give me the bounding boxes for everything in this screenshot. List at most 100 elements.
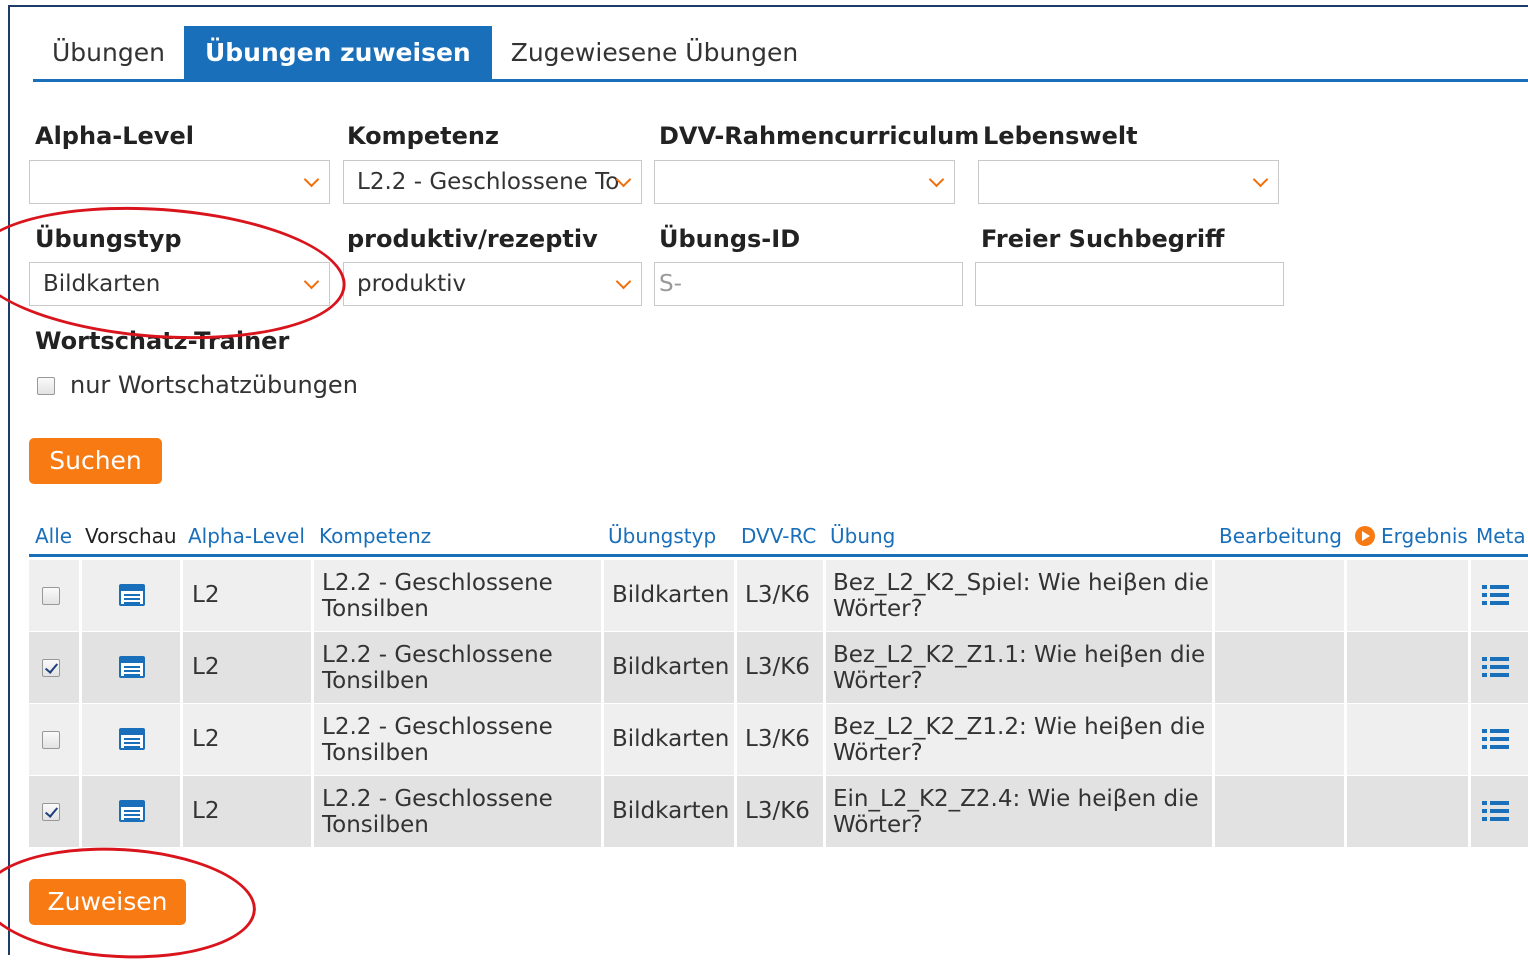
row-select-cell [29, 560, 79, 631]
dvv-select[interactable] [654, 160, 955, 204]
meta-cell [1468, 776, 1528, 847]
ergebnis-cell [1344, 704, 1468, 775]
preview-icon[interactable] [119, 800, 145, 822]
bearbeitung-cell [1212, 704, 1344, 775]
lebenswelt-select[interactable] [978, 160, 1279, 204]
chevron-down-icon [928, 171, 945, 188]
kompetenz-line2: Tonsilben [322, 812, 429, 838]
tab-zugewiesene-uebungen[interactable]: Zugewiesene Übungen [492, 26, 818, 79]
header-ergebnis-label: Ergebnis [1381, 524, 1468, 548]
alpha-level-select[interactable] [29, 160, 330, 204]
list-icon[interactable] [1482, 585, 1510, 605]
wortschatz-checkbox[interactable] [37, 377, 55, 395]
kompetenz-cell: L2.2 - Geschlossene Tonsilben [311, 776, 601, 847]
header-alpha-level[interactable]: Alpha-Level [188, 524, 305, 548]
meta-cell [1468, 632, 1528, 703]
uebung-line1: Bez_L2_K2_Spiel: Wie heiβen die [833, 570, 1209, 596]
suchen-button[interactable]: Suchen [29, 438, 162, 484]
kompetenz-cell: L2.2 - Geschlossene Tonsilben [311, 560, 601, 631]
alpha-level-cell: L2 [180, 704, 311, 775]
chevron-down-icon [615, 273, 632, 290]
preview-icon[interactable] [119, 728, 145, 750]
kompetenz-text: L2.2 - Geschlossene Tonsilben [322, 642, 553, 694]
tab-bar: Übungen Übungen zuweisen Zugewiesene Übu… [33, 26, 817, 79]
header-dvv-rc[interactable]: DVV-RC [741, 524, 816, 548]
uebung-text: Bez_L2_K2_Spiel: Wie heiβen die Wörter? [833, 570, 1209, 622]
uebungstyp-value: Bildkarten [612, 798, 730, 824]
freier-suchbegriff-input[interactable] [975, 262, 1284, 306]
kompetenz-label: Kompetenz [347, 122, 499, 150]
uebungstyp-cell: Bildkarten [601, 776, 734, 847]
row-checkbox[interactable] [42, 803, 60, 821]
uebung-line2: Wörter? [833, 812, 923, 838]
uebungstyp-value: Bildkarten [612, 654, 730, 680]
alpha-level-value: L2 [192, 726, 220, 752]
header-alle[interactable]: Alle [35, 524, 72, 548]
preview-icon[interactable] [119, 584, 145, 606]
kompetenz-line1: L2.2 - Geschlossene [322, 570, 553, 596]
dvv-rc-value: L3/K6 [745, 654, 810, 680]
preview-cell [79, 704, 180, 775]
preview-icon[interactable] [119, 656, 145, 678]
dvv-rc-value: L3/K6 [745, 582, 810, 608]
header-kompetenz[interactable]: Kompetenz [319, 524, 431, 548]
alpha-level-value: L2 [192, 654, 220, 680]
play-icon [1355, 526, 1375, 546]
table-row: L2 L2.2 - Geschlossene Tonsilben Bildkarten… [29, 776, 1528, 847]
kompetenz-cell: L2.2 - Geschlossene Tonsilben [311, 704, 601, 775]
lebenswelt-label: Lebenswelt [983, 122, 1138, 150]
uebungstyp-value: Bildkarten [612, 582, 730, 608]
header-meta[interactable]: Meta [1476, 524, 1526, 548]
ergebnis-cell [1344, 632, 1468, 703]
header-ergebnis[interactable]: Ergebnis [1355, 524, 1468, 548]
produktiv-select[interactable]: produktiv [343, 262, 642, 306]
kompetenz-text: L2.2 - Geschlossene Tonsilben [322, 570, 553, 622]
uebung-cell: Bez_L2_K2_Spiel: Wie heiβen die Wörter? [823, 560, 1212, 631]
kompetenz-line1: L2.2 - Geschlossene [322, 714, 553, 740]
kompetenz-cell: L2.2 - Geschlossene Tonsilben [311, 632, 601, 703]
bearbeitung-cell [1212, 776, 1344, 847]
table-row: L2 L2.2 - Geschlossene Tonsilben Bildkarten… [29, 560, 1528, 631]
tab-uebungen[interactable]: Übungen [33, 26, 184, 79]
header-uebung[interactable]: Übung [830, 524, 895, 548]
kompetenz-text: L2.2 - Geschlossene Tonsilben [322, 714, 553, 766]
uebung-line2: Wörter? [833, 740, 923, 766]
uebungstyp-cell: Bildkarten [601, 704, 734, 775]
uebungstyp-cell: Bildkarten [601, 560, 734, 631]
table-row: L2 L2.2 - Geschlossene Tonsilben Bildkarten… [29, 632, 1528, 703]
dvv-rahmencurriculum-label: DVV-Rahmencurriculum [659, 122, 980, 150]
uebung-cell: Bez_L2_K2_Z1.2: Wie heiβen die Wörter? [823, 704, 1212, 775]
tab-uebungen-zuweisen[interactable]: Übungen zuweisen [183, 26, 492, 79]
row-checkbox[interactable] [42, 587, 60, 605]
uebungs-id-input[interactable]: S- [654, 262, 963, 306]
list-icon[interactable] [1482, 801, 1510, 821]
row-checkbox[interactable] [42, 659, 60, 677]
kompetenz-select[interactable]: L2.2 - Geschlossene To [343, 160, 642, 204]
row-checkbox[interactable] [42, 731, 60, 749]
freier-suchbegriff-label: Freier Suchbegriff [981, 225, 1225, 253]
list-icon[interactable] [1482, 657, 1510, 677]
preview-cell [79, 560, 180, 631]
dvv-rc-value: L3/K6 [745, 798, 810, 824]
ergebnis-cell [1344, 776, 1468, 847]
wortschatz-checkbox-label: nur Wortschatzübungen [70, 371, 358, 399]
uebungs-id-placeholder: S- [659, 271, 682, 297]
meta-cell [1468, 560, 1528, 631]
kompetenz-text: L2.2 - Geschlossene Tonsilben [322, 786, 553, 838]
tab-underline [33, 79, 1528, 82]
alpha-level-value: L2 [192, 582, 220, 608]
uebung-line1: Bez_L2_K2_Z1.1: Wie heiβen die [833, 642, 1206, 668]
header-bearbeitung[interactable]: Bearbeitung [1219, 524, 1342, 548]
meta-cell [1468, 704, 1528, 775]
uebung-text: Ein_L2_K2_Z2.4: Wie heiβen die Wörter? [833, 786, 1199, 838]
row-select-cell [29, 704, 79, 775]
header-uebungstyp[interactable]: Übungstyp [608, 524, 716, 548]
header-vorschau: Vorschau [85, 524, 177, 548]
alpha-level-cell: L2 [180, 632, 311, 703]
alpha-level-cell: L2 [180, 560, 311, 631]
list-icon[interactable] [1482, 729, 1510, 749]
alpha-level-value: L2 [192, 798, 220, 824]
bearbeitung-cell [1212, 632, 1344, 703]
uebung-line1: Ein_L2_K2_Z2.4: Wie heiβen die [833, 786, 1199, 812]
alpha-level-label: Alpha-Level [35, 122, 194, 150]
